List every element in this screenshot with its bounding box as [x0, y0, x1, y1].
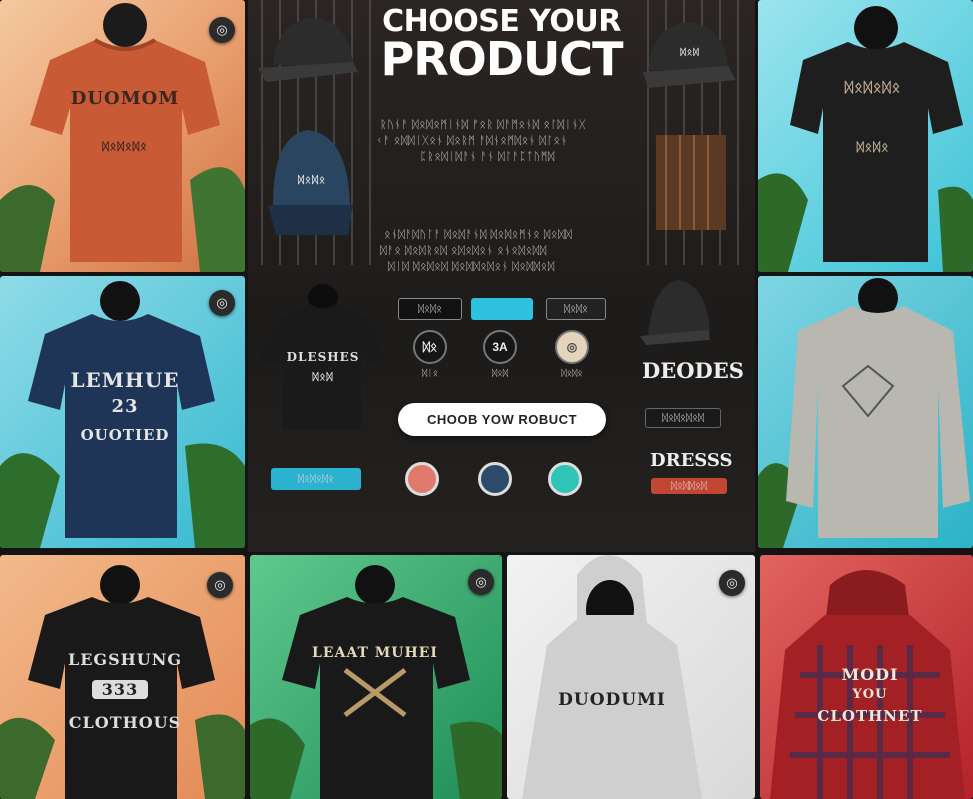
cap-print-3: ᛞᛟᛞ	[680, 48, 700, 58]
center-shirt-print-1: DLESHES	[286, 350, 360, 364]
intro-text-line-1: ᚱᚢᚾᚨ ᛞᛟᛞᛟᛗᛁᚾᛞ ᚠᛟᚱ ᛞᚨᛗᛟᚾᛞ ᛟᛚᛞᛁᚾᚷ	[380, 119, 586, 131]
dresses-sub-pill[interactable]: ᛞᛟᛞᛞᛟᛞ	[651, 478, 727, 494]
small-filter-pill[interactable]: ᛞᛟᛞᛟᛞᛟ	[271, 468, 361, 490]
grey-sweater-image	[758, 278, 970, 548]
black-tee-3-print-1: LEAAT MUHEI	[312, 645, 438, 661]
black-tee-1-print-1: ᛞᛟᛞᛟᛞᛟ	[844, 80, 902, 96]
hoodies-sub-pill[interactable]: ᛞᛟᛞᛟᛞᛟᛞ	[645, 408, 721, 428]
navy-tee-print-1: LEMHUE	[70, 368, 180, 392]
intro-text-line-6: ᛞᛁᛞ ᛞᛟᛞᛟᛞ ᛞᛟᛞᛞᛟᛞᛟᚾ ᛞᛟᛞᛞᛟᛞ	[388, 261, 555, 273]
intro-text-line-4: ᛟᚾᛞᚨᛞᚢᛚᚨ ᛞᛟᛞᚨᚾᛞ ᛞᛟᛞᛟᛗᚾᛟ ᛞᛟᛞᛞ	[384, 229, 573, 241]
black-tee-3-badge-icon[interactable]: ◎	[468, 569, 494, 595]
orange-tee-print-1: DUOMOM	[70, 88, 180, 109]
page-title-line-2: PRODUCT	[380, 32, 624, 86]
navy-tee-print-2: 23	[111, 396, 139, 417]
choose-product-button[interactable]: CHOOB YOW ROBUCT	[398, 403, 606, 436]
size-button-3[interactable]: ◎	[555, 330, 589, 364]
product-tile-black-tee-2[interactable]: LEGSHUNG 333 CLOTHOUS ◎	[0, 555, 245, 799]
navy-tee-badge-icon[interactable]: ◎	[209, 290, 235, 316]
product-gallery: DUOMOM ᛞᛟᛞᛟᛞᛟ ◎ ᛞᛟᛞᛟᛞᛟ ᛞᛟᛞᛟ LEMHUE 23 OU…	[0, 0, 973, 799]
color-swatch-salmon[interactable]	[405, 462, 439, 496]
size-button-3-caption: ᛞᛟᛞᛟ	[561, 368, 583, 378]
intro-text-line-3: ᛈᚱᛟᛞᛁᛞᚨᚾ ᚨᚾ ᛞᛚᚨᛈᛏᚢᛗᛞ	[420, 151, 555, 163]
hoodies-label[interactable]: DEODES	[642, 358, 744, 383]
product-tile-black-tee-1[interactable]: ᛞᛟᛞᛟᛞᛟ ᛞᛟᛞᛟ	[758, 0, 973, 272]
center-shirt-print-2: ᛞᛟᛞ	[312, 372, 334, 383]
orange-tee-print-2: ᛞᛟᛞᛟᛞᛟ	[102, 140, 148, 153]
color-swatch-navy[interactable]	[478, 462, 512, 496]
black-tee-3-image	[250, 565, 502, 799]
orange-tee-image	[0, 3, 245, 272]
product-tile-red-hoodie[interactable]: MODI YOU CLOTHNET	[760, 555, 973, 799]
product-tile-black-tee-3[interactable]: LEAAT MUHEI ◎	[250, 555, 502, 799]
black-tee-2-print-2: 333	[92, 680, 148, 699]
product-tile-grey-sweater[interactable]	[758, 276, 973, 548]
size-button-2-caption: ᛞᛟᛞ	[491, 368, 509, 378]
size-button-1-caption: ᛞᛁᛟ	[421, 368, 439, 378]
filter-pill-1[interactable]: ᛞᛟᛞᛟ	[398, 298, 462, 320]
red-hoodie-print-3: CLOTHNET	[817, 707, 923, 725]
navy-tee-print-3: OUOTIED	[80, 426, 170, 444]
black-tee-2-badge-icon[interactable]: ◎	[207, 572, 233, 598]
product-chooser-panel: CHOOSE YOUR PRODUCT ᛞᛟᛞᛟ ᛞᛟᛞ ᚱᚢᚾᚨ ᛞᛟᛞᛟᛗᛁ…	[248, 0, 755, 552]
black-tee-1-image	[758, 6, 973, 272]
black-tee-2-print-3: CLOTHOUS	[68, 713, 182, 732]
filter-pill-2-active[interactable]	[471, 298, 533, 320]
product-tile-navy-tee[interactable]: LEMHUE 23 OUOTIED ◎	[0, 276, 245, 548]
red-hoodie-print-2: YOU	[852, 687, 888, 702]
black-tee-1-print-2: ᛞᛟᛞᛟ	[856, 140, 890, 154]
size-button-1[interactable]: ᛞᛟ	[413, 330, 447, 364]
filter-pill-3[interactable]: ᛞᛟᛞᛟ	[546, 298, 606, 320]
orange-tee-badge-icon[interactable]: ◎	[209, 17, 235, 43]
black-tee-2-print-1: LEGSHUNG	[67, 650, 183, 669]
dresses-label[interactable]: DRESSS	[650, 450, 733, 471]
grey-hoodie-print-1: DUODUMI	[558, 690, 666, 710]
product-tile-orange-tee[interactable]: DUOMOM ᛞᛟᛞᛟᛞᛟ ◎	[0, 0, 245, 272]
product-tile-grey-hoodie[interactable]: DUODUMI ◎	[507, 555, 755, 799]
intro-text-line-5: ᛞᚨᛟ ᛞᛟᛞᚱᛟᛞ ᛟᛞᛟᛞᛟᚾ ᛟᚾᛟᛞᛟᛞᛞ	[380, 245, 547, 257]
intro-text-line-2: ᚲᚨ ᛟᛞᛞᛁᚷᛟᚾ ᛞᛟᚱᛗ ᚨᛞᚾᛟᛗᛞᛟᚾ ᛞᛚᛟᚾ	[376, 135, 568, 147]
grey-hoodie-image	[522, 555, 702, 799]
color-swatch-teal[interactable]	[548, 462, 582, 496]
red-hoodie-print-1: MODI	[841, 665, 899, 684]
size-button-2[interactable]: 3A	[483, 330, 517, 364]
cap-print-2: ᛞᛟᛞᛟ	[298, 175, 326, 186]
grey-hoodie-badge-icon[interactable]: ◎	[719, 570, 745, 596]
